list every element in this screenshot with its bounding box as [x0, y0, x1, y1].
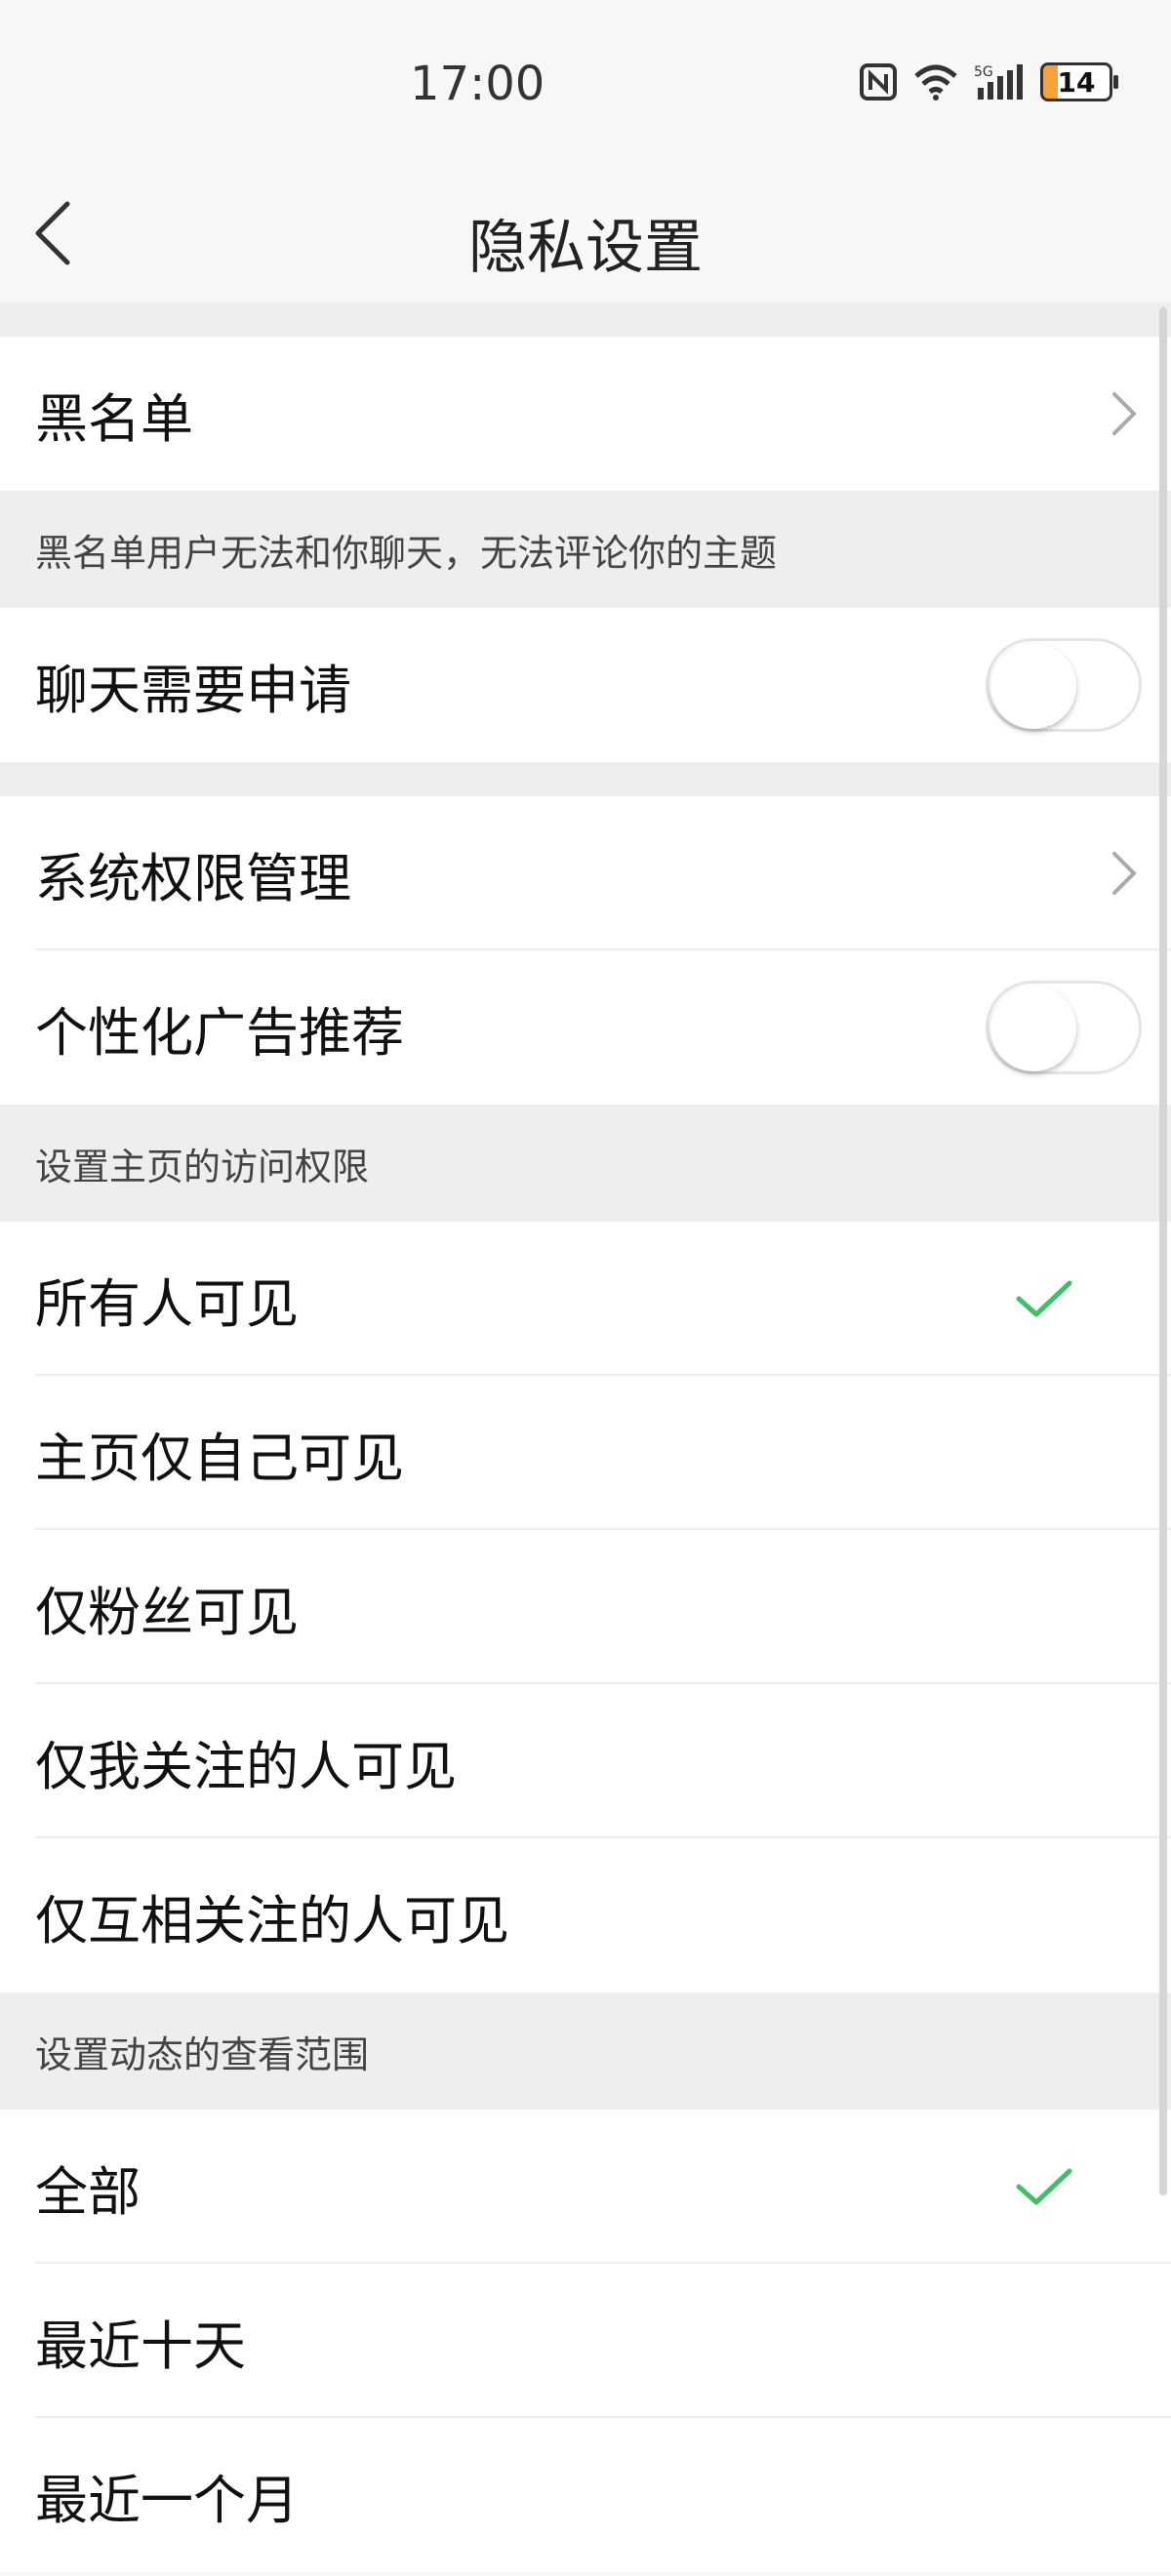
chevron-right-icon	[1112, 852, 1137, 895]
option-label: 主页仅自己可见	[35, 1427, 404, 1489]
home-option-following-only[interactable]: 仅我关注的人可见	[0, 1684, 1171, 1838]
option-label: 仅我关注的人可见	[35, 1735, 457, 1797]
option-label: 最近一个月	[35, 2469, 299, 2531]
blacklist-row[interactable]: 黑名单	[0, 337, 1171, 491]
home-access-note: 设置主页的访问权限	[0, 1105, 1171, 1222]
status-icons: 5G 14	[859, 62, 1118, 101]
status-time: 17:00	[410, 57, 545, 111]
chevron-right-icon	[1112, 392, 1137, 435]
settings-list: 黑名单 黑名单用户无法和你聊天，无法评论你的主题 聊天需要申请 系统权限管理 个…	[0, 302, 1171, 2572]
option-label: 最近十天	[35, 2314, 246, 2377]
feed-option-all[interactable]: 全部	[0, 2110, 1171, 2264]
checkmark-icon	[1016, 2168, 1072, 2205]
personalized-ads-toggle[interactable]	[986, 981, 1142, 1074]
nav-bar: 隐私设置	[0, 166, 1171, 302]
signal-5g-icon: 5G	[974, 64, 1023, 100]
personalized-ads-row: 个性化广告推荐	[0, 950, 1171, 1105]
home-option-fans-only[interactable]: 仅粉丝可见	[0, 1530, 1171, 1684]
feed-option-ten-days[interactable]: 最近十天	[0, 2264, 1171, 2418]
option-label: 仅互相关注的人可见	[35, 1889, 509, 1952]
section-gap	[0, 302, 1171, 337]
toggle-knob	[990, 643, 1076, 729]
home-option-all[interactable]: 所有人可见	[0, 1222, 1171, 1376]
option-label: 所有人可见	[35, 1272, 299, 1335]
home-option-mutual-only[interactable]: 仅互相关注的人可见	[0, 1838, 1171, 1992]
option-label: 全部	[35, 2160, 141, 2223]
section-gap	[0, 762, 1171, 796]
checkmark-icon	[1016, 1280, 1072, 1317]
status-bar: 17:00 5G 14	[0, 0, 1171, 166]
svg-text:5G: 5G	[974, 64, 993, 80]
scrollbar[interactable]	[1159, 307, 1167, 2195]
chat-apply-row: 聊天需要申请	[0, 608, 1171, 762]
system-permission-label: 系统权限管理	[35, 847, 351, 909]
page-title: 隐私设置	[468, 214, 703, 282]
battery-icon: 14	[1040, 62, 1118, 101]
blacklist-note: 黑名单用户无法和你聊天，无法评论你的主题	[0, 491, 1171, 608]
chat-apply-toggle[interactable]	[986, 638, 1142, 732]
chat-apply-label: 聊天需要申请	[35, 659, 351, 721]
personalized-ads-label: 个性化广告推荐	[35, 1001, 404, 1064]
feed-range-note: 设置动态的查看范围	[0, 1992, 1171, 2110]
wifi-icon	[914, 64, 957, 101]
toggle-knob	[990, 986, 1076, 1071]
battery-level: 14	[1057, 65, 1096, 99]
blacklist-label: 黑名单	[35, 387, 193, 450]
system-permission-row[interactable]: 系统权限管理	[0, 796, 1171, 950]
home-option-self-only[interactable]: 主页仅自己可见	[0, 1376, 1171, 1530]
feed-option-one-month[interactable]: 最近一个月	[0, 2418, 1171, 2572]
option-label: 仅粉丝可见	[35, 1581, 299, 1643]
nfc-icon	[860, 63, 897, 101]
